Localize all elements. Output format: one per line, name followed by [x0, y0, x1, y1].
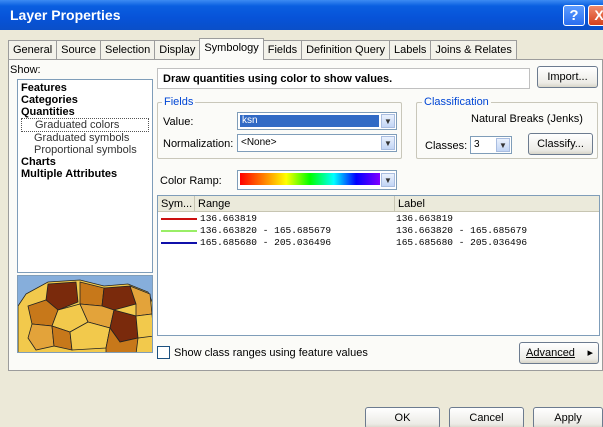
- table-row[interactable]: 136.663820 - 165.685679 136.663820 - 165…: [158, 225, 599, 236]
- range-cell[interactable]: 136.663819: [200, 213, 257, 224]
- color-ramp-dropdown[interactable]: ▼: [237, 170, 397, 190]
- table-header: Sym... Range Label: [158, 196, 599, 212]
- show-list[interactable]: Features Categories Quantities Graduated…: [17, 79, 153, 273]
- table-row[interactable]: 165.685680 - 205.036496 165.685680 - 205…: [158, 237, 599, 248]
- table-row[interactable]: 136.663819 136.663819: [158, 213, 599, 224]
- color-ramp-swatch: [240, 173, 380, 185]
- range-cell[interactable]: 165.685680 - 205.036496: [200, 237, 331, 248]
- classification-group-label: Classification: [422, 96, 491, 108]
- title-bar: Layer Properties ? X: [0, 0, 603, 30]
- symbol-swatch[interactable]: [161, 242, 197, 244]
- show-item-charts[interactable]: Charts: [21, 156, 149, 168]
- show-item-proportional-symbols[interactable]: Proportional symbols: [21, 144, 149, 156]
- symbol-swatch[interactable]: [161, 218, 197, 220]
- chevron-right-icon: ▸: [587, 347, 593, 359]
- chevron-down-icon[interactable]: ▼: [381, 114, 395, 128]
- advanced-button[interactable]: Advanced ▸: [519, 342, 599, 364]
- tab-display[interactable]: Display: [154, 40, 201, 60]
- fields-group-label: Fields: [162, 96, 196, 108]
- chevron-down-icon[interactable]: ▼: [381, 136, 395, 150]
- normalization-label: Normalization:: [163, 138, 234, 150]
- label-cell[interactable]: 136.663820 - 165.685679: [396, 225, 527, 236]
- cancel-button[interactable]: Cancel: [449, 407, 524, 427]
- show-item-graduated-colors[interactable]: Graduated colors: [21, 118, 149, 132]
- window-title: Layer Properties: [10, 7, 121, 23]
- tab-fields[interactable]: Fields: [262, 40, 303, 60]
- tab-selection[interactable]: Selection: [100, 40, 156, 60]
- show-item-categories[interactable]: Categories: [21, 94, 149, 106]
- classes-dropdown[interactable]: 3 ▼: [470, 136, 512, 154]
- tab-labels[interactable]: Labels: [388, 40, 432, 60]
- label-cell[interactable]: 136.663819: [396, 213, 453, 224]
- color-ramp-label: Color Ramp:: [160, 175, 222, 187]
- show-class-ranges-checkbox[interactable]: [157, 346, 170, 359]
- renderer-description: Draw quantities using color to show valu…: [157, 68, 530, 89]
- column-header-symbol[interactable]: Sym...: [158, 196, 195, 212]
- show-item-quantities[interactable]: Quantities: [21, 106, 149, 118]
- range-cell[interactable]: 136.663820 - 165.685679: [200, 225, 331, 236]
- map-preview-graphic: [18, 276, 152, 352]
- help-button[interactable]: ?: [563, 5, 585, 26]
- show-item-graduated-symbols[interactable]: Graduated symbols: [21, 132, 149, 144]
- map-preview-image: [17, 275, 153, 353]
- label-cell[interactable]: 165.685680 - 205.036496: [396, 237, 527, 248]
- normalization-dropdown[interactable]: <None> ▼: [237, 134, 397, 152]
- classify-button[interactable]: Classify...: [528, 133, 593, 155]
- show-class-ranges-label: Show class ranges using feature values: [174, 347, 368, 359]
- tab-joins-relates[interactable]: Joins & Relates: [430, 40, 517, 60]
- ok-button[interactable]: OK: [365, 407, 440, 427]
- tab-strip: General Source Selection Display Symbolo…: [8, 38, 517, 60]
- import-button[interactable]: Import...: [537, 66, 598, 88]
- tab-definition-query[interactable]: Definition Query: [301, 40, 390, 60]
- show-item-multiple-attributes[interactable]: Multiple Attributes: [21, 168, 149, 180]
- column-header-label[interactable]: Label: [395, 196, 601, 212]
- tab-general[interactable]: General: [8, 40, 58, 60]
- class-table[interactable]: Sym... Range Label 136.663819 136.663819…: [157, 195, 600, 336]
- classification-method: Natural Breaks (Jenks): [471, 113, 583, 125]
- symbol-swatch[interactable]: [161, 230, 197, 232]
- show-label: Show:: [10, 64, 41, 76]
- classes-selected: 3: [474, 139, 480, 150]
- apply-button[interactable]: Apply: [533, 407, 603, 427]
- column-header-range[interactable]: Range: [195, 196, 395, 212]
- close-button[interactable]: X: [588, 5, 603, 26]
- normalization-selected: <None>: [241, 137, 277, 148]
- tab-source[interactable]: Source: [56, 40, 101, 60]
- tab-symbology[interactable]: Symbology: [199, 38, 264, 60]
- chevron-down-icon[interactable]: ▼: [381, 173, 395, 187]
- value-selected: ksn: [240, 115, 379, 127]
- advanced-label: Advanced: [526, 347, 575, 359]
- show-item-features[interactable]: Features: [21, 82, 149, 94]
- chevron-down-icon[interactable]: ▼: [496, 138, 510, 152]
- value-label: Value:: [163, 116, 194, 128]
- classes-label: Classes:: [425, 140, 468, 152]
- value-dropdown[interactable]: ksn ▼: [237, 112, 397, 130]
